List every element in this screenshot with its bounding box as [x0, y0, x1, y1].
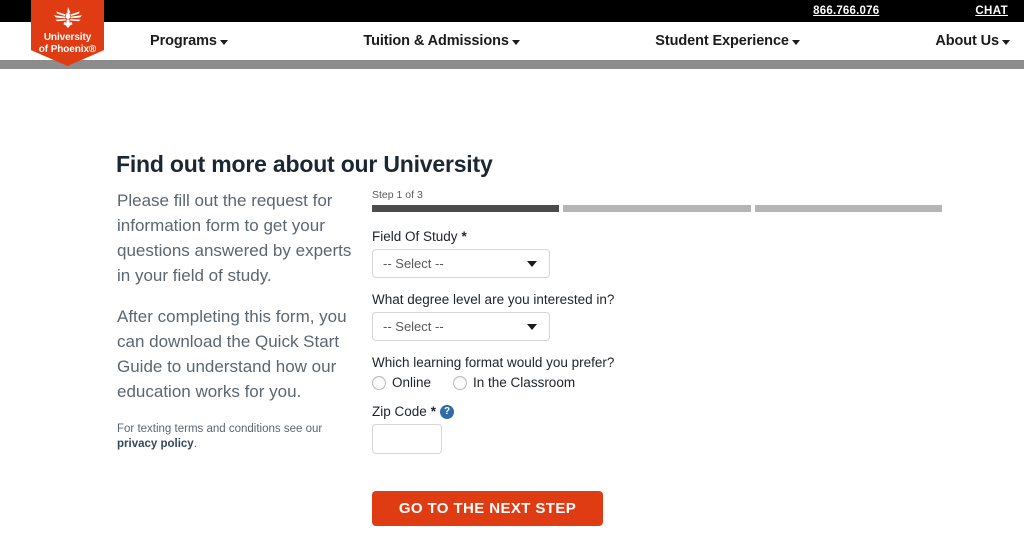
learning-format-label: Which learning format would you prefer?: [372, 355, 952, 370]
intro-paragraph-2: After completing this form, you can down…: [117, 307, 347, 401]
radio-option-label: Online: [392, 375, 432, 390]
logo-text-line2: of Phoenix®: [38, 43, 97, 55]
texting-terms-period: .: [193, 438, 197, 450]
nav-item-about-us[interactable]: About Us: [935, 33, 1010, 49]
field-of-study-label-text: Field Of Study: [372, 229, 458, 244]
progress-segment-1: [372, 205, 560, 212]
nav-item-label: Student Experience: [655, 33, 789, 49]
learning-format-options: Online In the Classroom: [372, 375, 952, 390]
learning-format-label-text: Which learning format would you prefer?: [372, 355, 615, 370]
page-title: Find out more about our University: [116, 151, 493, 177]
phone-number-link[interactable]: 866.766.076: [813, 5, 879, 17]
chevron-down-icon: [1002, 40, 1010, 45]
chevron-down-icon: [219, 40, 228, 45]
progress-segment-2: [563, 205, 751, 212]
field-of-study-select[interactable]: -- Select --: [372, 249, 550, 278]
question-mark-icon[interactable]: ?: [440, 404, 455, 419]
nav-item-programs[interactable]: Programs: [150, 33, 228, 49]
required-asterisk: *: [461, 229, 467, 244]
nav-item-tuition-admissions[interactable]: Tuition & Admissions: [363, 33, 520, 49]
intro-paragraph-1: Please fill out the request for informat…: [117, 191, 352, 285]
nav-item-label: Programs: [150, 33, 217, 49]
chevron-down-icon: [791, 40, 800, 45]
texting-terms-text: For texting terms and conditions see our: [117, 423, 323, 435]
zip-code-input[interactable]: [372, 424, 442, 454]
phoenix-bird-icon: [53, 7, 82, 28]
main-navigation: Programs Tuition & Admissions Student Ex…: [0, 22, 1024, 60]
nav-item-label: Tuition & Admissions: [363, 33, 509, 49]
chevron-down-icon: [511, 40, 520, 45]
field-of-study-select-wrap: -- Select --: [372, 249, 550, 278]
zip-code-group: Zip Code * ?: [372, 404, 952, 454]
radio-option-label: In the Classroom: [473, 375, 576, 390]
degree-level-select-wrap: -- Select --: [372, 312, 550, 341]
field-of-study-group: Field Of Study * -- Select --: [372, 229, 952, 278]
step-progress-bar: [372, 205, 942, 212]
request-info-form: Step 1 of 3 Field Of Study * -- Select --…: [372, 189, 952, 533]
step-indicator-label: Step 1 of 3: [372, 189, 423, 201]
degree-level-select[interactable]: -- Select --: [372, 312, 550, 341]
zip-code-label: Zip Code * ?: [372, 404, 952, 419]
nav-item-student-experience[interactable]: Student Experience: [655, 33, 800, 49]
degree-level-label: What degree level are you interested in?: [372, 292, 952, 307]
chat-link[interactable]: CHAT: [975, 5, 1008, 17]
learning-format-group: Which learning format would you prefer? …: [372, 355, 952, 390]
radio-button-icon[interactable]: [453, 375, 468, 390]
texting-terms-note: For texting terms and conditions see our…: [117, 422, 360, 452]
nav-bottom-divider: [0, 60, 1024, 69]
privacy-policy-link[interactable]: privacy policy: [117, 438, 194, 450]
page-content: Find out more about our University Pleas…: [0, 69, 1024, 533]
go-to-next-step-button[interactable]: GO TO THE NEXT STEP: [372, 491, 603, 526]
progress-segment-3: [754, 205, 942, 212]
field-of-study-label: Field Of Study *: [372, 229, 952, 244]
intro-column: Please fill out the request for informat…: [117, 188, 360, 452]
degree-level-group: What degree level are you interested in?…: [372, 292, 952, 341]
radio-option-in-the-classroom[interactable]: In the Classroom: [453, 375, 575, 390]
logo-text-line1: University: [43, 32, 92, 43]
degree-level-label-text: What degree level are you interested in?: [372, 292, 615, 307]
nav-item-list: Programs Tuition & Admissions Student Ex…: [0, 33, 1024, 49]
zip-code-label-text: Zip Code: [372, 404, 427, 419]
utility-top-bar: 866.766.076 CHAT: [0, 0, 1024, 22]
logo-text: University of Phoenix®: [39, 32, 96, 55]
required-asterisk: *: [430, 404, 437, 419]
radio-option-online[interactable]: Online: [372, 375, 431, 390]
radio-button-icon[interactable]: [372, 375, 386, 390]
nav-item-label: About Us: [935, 33, 999, 49]
